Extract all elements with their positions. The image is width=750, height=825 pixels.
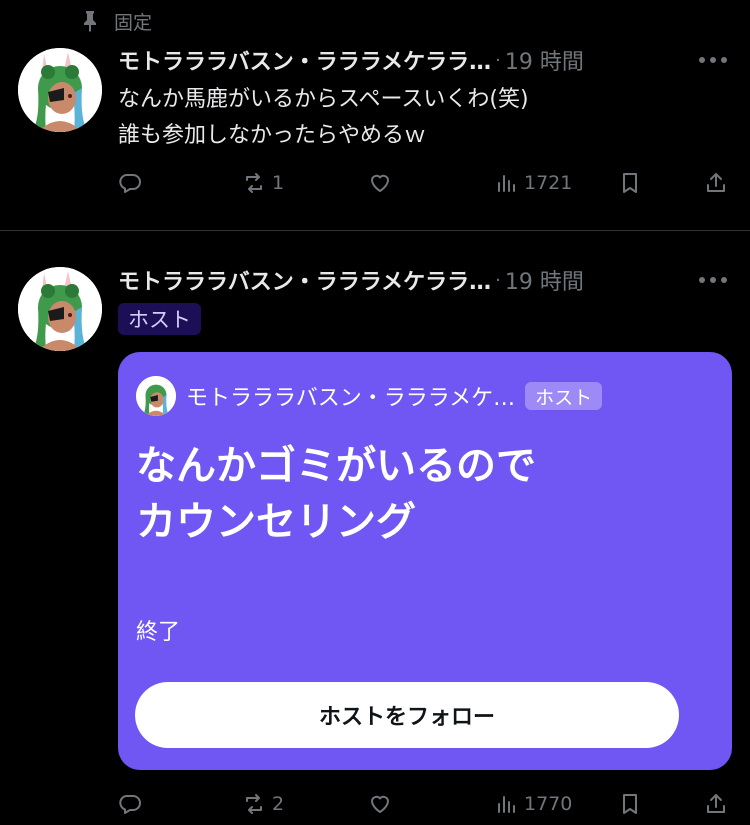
space-title-line: なんかゴミがいるので: [136, 443, 536, 489]
host-badge: ホスト: [118, 303, 201, 335]
more-button[interactable]: [698, 44, 728, 76]
separator: ·: [495, 269, 501, 291]
retweet-count: 1: [272, 172, 285, 194]
views-count: 1770: [524, 793, 573, 815]
views-button[interactable]: 1770: [494, 787, 572, 821]
avatar-image: [136, 376, 176, 416]
share-button[interactable]: [704, 787, 728, 821]
avatar-image: [18, 267, 102, 351]
tweet-pinned[interactable]: 固定 モトラララバスン・ラララメケララ… · 19 時間 なんか馬鹿がいるからス…: [0, 0, 750, 230]
author-name[interactable]: モトラララバスン・ラララメケララ…: [118, 264, 491, 296]
bookmark-button[interactable]: [618, 166, 642, 200]
more-icon: [699, 277, 727, 283]
like-icon: [371, 795, 389, 813]
pinned-label: 固定: [114, 11, 153, 34]
views-icon: [498, 796, 515, 813]
reply-button[interactable]: [118, 787, 148, 821]
tweet-header: モトラララバスン・ラララメケララ… · 19 時間: [118, 44, 732, 76]
share-icon: [707, 794, 725, 813]
like-button[interactable]: [368, 787, 398, 821]
bookmark-button[interactable]: [618, 787, 642, 821]
retweet-count: 2: [272, 793, 285, 815]
tweet-space[interactable]: モトラララバスン・ラララメケララ… · 19 時間 ホスト モトラララバスン・ラ…: [0, 231, 750, 825]
retweet-icon: [246, 173, 262, 193]
reply-icon: [119, 795, 141, 814]
timestamp[interactable]: 19 時間: [505, 44, 584, 76]
timestamp[interactable]: 19 時間: [505, 264, 584, 296]
space-host-name: モトラララバスン・ラララメケ…: [186, 386, 516, 411]
avatar[interactable]: [18, 267, 102, 351]
views-button[interactable]: 1721: [494, 166, 572, 200]
space-card[interactable]: モトラララバスン・ラララメケ… ホスト なんかゴミがいるので カウンセリング 終…: [118, 352, 732, 770]
more-button[interactable]: [698, 264, 728, 296]
pin-icon: [84, 11, 96, 32]
bookmark-icon: [623, 173, 637, 193]
separator: ·: [495, 49, 501, 71]
tweet-header: モトラララバスン・ラララメケララ… · 19 時間: [118, 264, 732, 296]
retweet-icon: [246, 794, 262, 814]
avatar[interactable]: [18, 48, 102, 132]
action-bar: 2 1770: [118, 787, 732, 821]
tweet-text-line: 誰も参加しなかったらやめるｗ: [118, 123, 427, 148]
space-host-avatar: [136, 376, 176, 416]
like-button[interactable]: [368, 166, 398, 200]
reply-button[interactable]: [118, 166, 148, 200]
share-button[interactable]: [704, 166, 728, 200]
tweet-text-line: なんか馬鹿がいるからスペースいくわ(笑): [118, 87, 529, 112]
timeline-feed: 固定 モトラララバスン・ラララメケララ… · 19 時間 なんか馬鹿がいるからス…: [0, 0, 750, 825]
action-bar: 1 1721: [118, 166, 732, 200]
retweet-button[interactable]: 1: [242, 166, 284, 200]
avatar-image: [18, 48, 102, 132]
views-count: 1721: [524, 172, 573, 194]
space-status: 終了: [136, 620, 181, 645]
more-icon: [699, 57, 727, 63]
space-title-line: カウンセリング: [136, 499, 416, 545]
space-host-row: モトラララバスン・ラララメケ… ホスト: [136, 376, 603, 416]
pinned-indicator: 固定: [80, 8, 152, 34]
share-icon: [707, 173, 725, 192]
retweet-button[interactable]: 2: [242, 787, 284, 821]
reply-icon: [119, 174, 141, 193]
follow-host-button[interactable]: ホストをフォロー: [135, 682, 679, 748]
tweet-text: なんか馬鹿がいるからスペースいくわ(笑) 誰も参加しなかったらやめるｗ: [118, 82, 529, 154]
author-name[interactable]: モトラララバスン・ラララメケララ…: [118, 44, 491, 76]
views-icon: [498, 175, 515, 192]
space-title: なんかゴミがいるので カウンセリング: [136, 438, 706, 550]
space-host-badge: ホスト: [525, 382, 603, 410]
bookmark-icon: [623, 794, 637, 814]
like-icon: [371, 174, 389, 192]
